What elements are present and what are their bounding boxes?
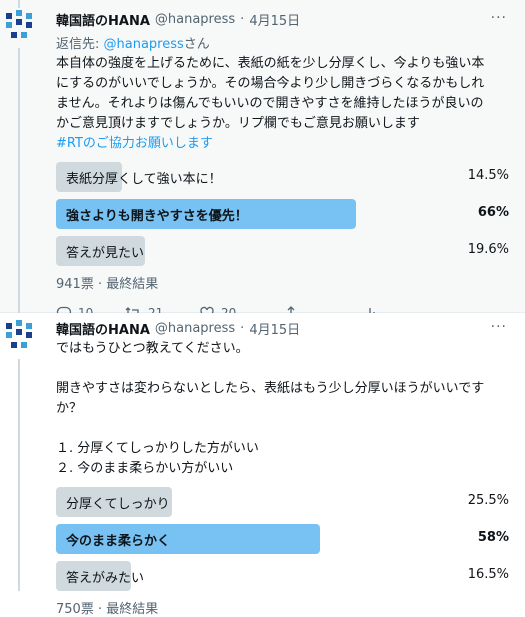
more-icon[interactable]: ··· bbox=[491, 319, 507, 335]
poll-option-label: 強さよりも開きやすさを優先！ bbox=[66, 209, 248, 224]
poll-option: 分厚くてしっかり 25.5% bbox=[56, 487, 511, 517]
poll-footer: 750票 · 最終結果 bbox=[56, 602, 159, 617]
separator: · bbox=[240, 11, 245, 27]
separator: · bbox=[240, 320, 245, 336]
handle[interactable]: @hanapress bbox=[155, 321, 235, 336]
poll-footer: 941票 · 最終結果 bbox=[56, 277, 159, 292]
poll-option-percent: 58% bbox=[477, 530, 509, 545]
thread-line-top bbox=[18, 0, 20, 8]
poll-option: 表紙分厚くして強い本に！ 14.5% bbox=[56, 162, 511, 192]
tweet-text: ではもうひとつ教えてください。 開きやすさは変わらないとしたら、表紙はもう少し分… bbox=[56, 341, 485, 476]
poll-option: 今のまま柔らかく 58% bbox=[56, 524, 511, 554]
reply-to-link[interactable]: @hanapress bbox=[104, 37, 184, 52]
poll-option: 強さよりも開きやすさを優先！ 66% bbox=[56, 199, 511, 229]
handle[interactable]: @hanapress bbox=[155, 12, 235, 27]
avatar[interactable] bbox=[6, 320, 40, 354]
tweet-header: 韓国語のHANA @hanapress · 4月15日 bbox=[56, 10, 511, 29]
poll-option-percent: 25.5% bbox=[467, 493, 509, 508]
avatar[interactable] bbox=[6, 10, 40, 44]
display-name[interactable]: 韓国語のHANA bbox=[56, 10, 150, 29]
tweet-followup[interactable]: 韓国語のHANA @hanapress · 4月15日 ··· ではもうひとつ教… bbox=[0, 313, 525, 617]
thread-line bbox=[18, 48, 20, 313]
reply-suffix: さん bbox=[183, 37, 210, 52]
tweet-date[interactable]: 4月15日 bbox=[249, 10, 300, 29]
reply-prefix: 返信先: bbox=[56, 37, 104, 52]
reply-to-line: 返信先: @hanapressさん bbox=[56, 33, 511, 52]
poll-option-label: 分厚くてしっかり bbox=[66, 497, 170, 512]
display-name[interactable]: 韓国語のHANA bbox=[56, 319, 150, 338]
tweet-text: 本自体の強度を上げるために、表紙の紙を少し分厚くし、今よりも強い本 にするのがい… bbox=[56, 56, 485, 131]
poll: 分厚くてしっかり 25.5% 今のまま柔らかく 58% 答えがみたい 16.5% bbox=[56, 487, 511, 591]
poll-option-percent: 14.5% bbox=[467, 168, 509, 183]
tweet-reply[interactable]: 韓国語のHANA @hanapress · 4月15日 ··· 返信先: @ha… bbox=[0, 0, 525, 321]
poll-option-label: 表紙分厚くして強い本に！ bbox=[66, 172, 222, 187]
tweet-date[interactable]: 4月15日 bbox=[249, 319, 300, 338]
poll-option-label: 答えがみたい bbox=[66, 571, 145, 586]
poll-option-percent: 16.5% bbox=[467, 567, 509, 582]
poll-option-label: 答えが見たい bbox=[66, 246, 145, 261]
more-icon[interactable]: ··· bbox=[491, 10, 507, 26]
poll-option-label: 今のまま柔らかく bbox=[66, 534, 171, 549]
poll-option: 答えが見たい 19.6% bbox=[56, 236, 511, 266]
tweet-header: 韓国語のHANA @hanapress · 4月15日 bbox=[56, 319, 511, 338]
poll-option-percent: 19.6% bbox=[467, 242, 509, 257]
poll-option-percent: 66% bbox=[477, 205, 509, 220]
thread-line bbox=[18, 359, 20, 591]
poll-option: 答えがみたい 16.5% bbox=[56, 561, 511, 591]
hashtag-link[interactable]: #RTのご協力お願いします bbox=[56, 134, 511, 154]
poll: 表紙分厚くして強い本に！ 14.5% 強さよりも開きやすさを優先！ 66% 答え… bbox=[56, 162, 511, 266]
